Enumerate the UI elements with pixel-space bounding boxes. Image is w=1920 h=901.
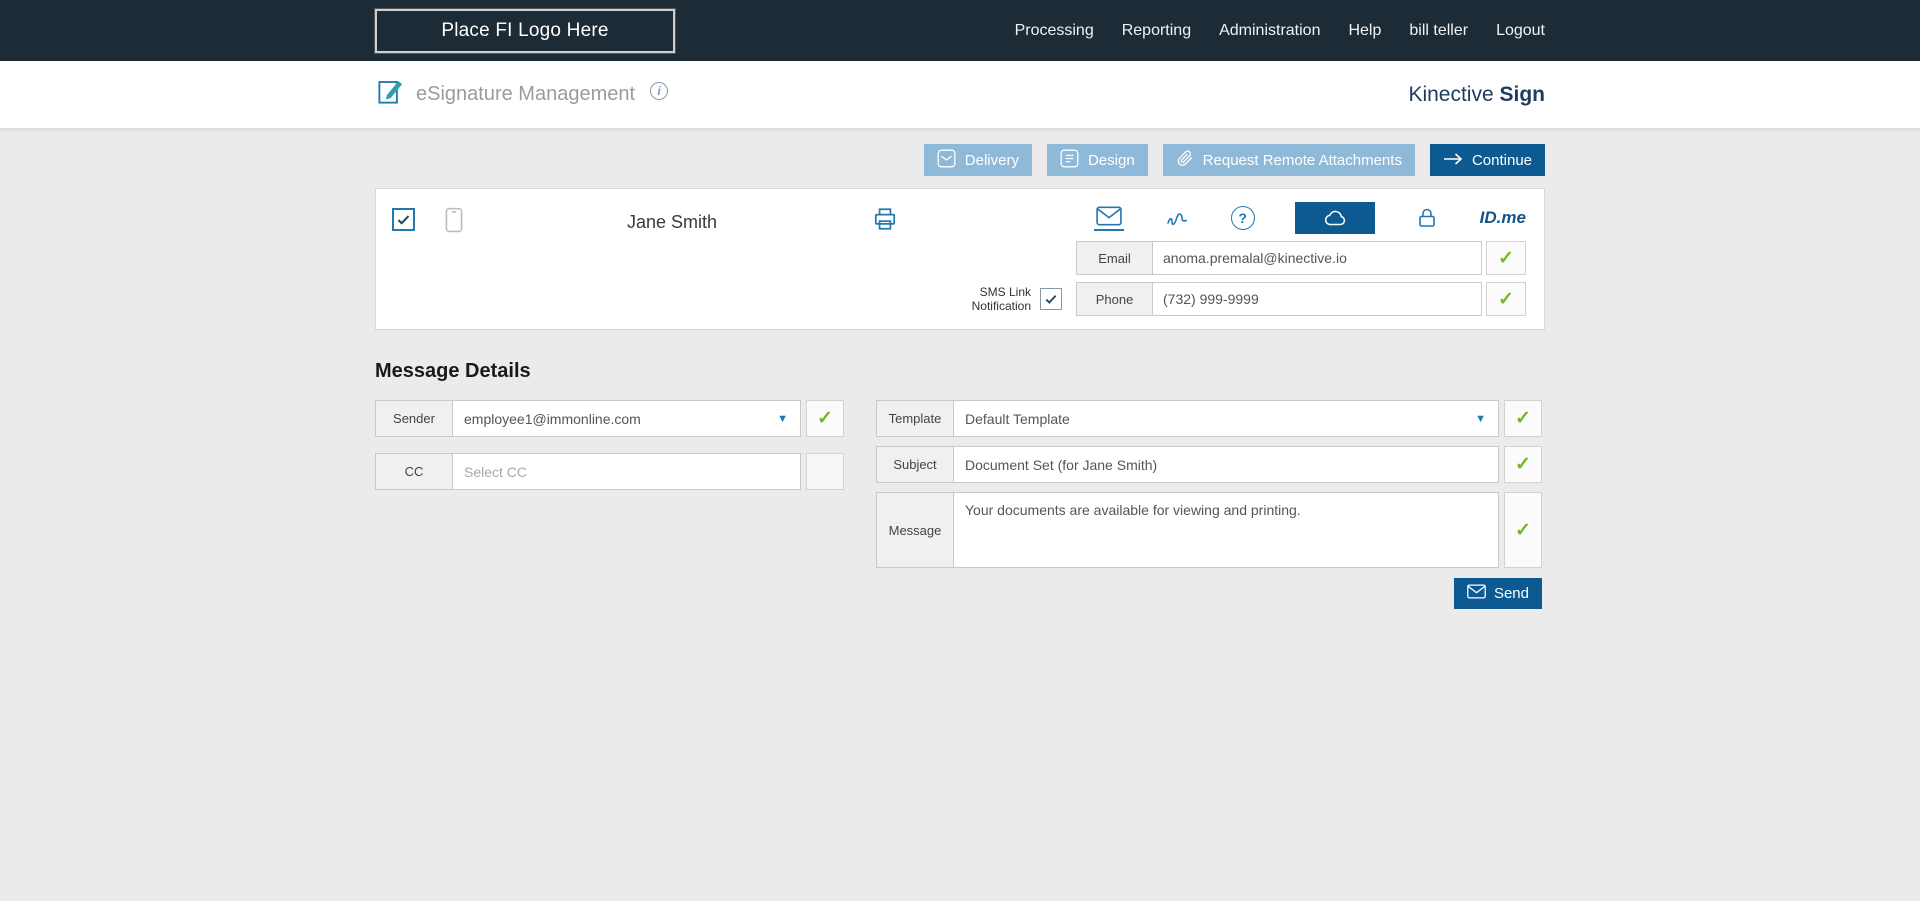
cc-check-placeholder <box>806 453 844 490</box>
main-nav: Processing Reporting Administration Help… <box>1015 22 1545 40</box>
info-icon[interactable]: i <box>650 82 668 100</box>
message-label: Message <box>876 492 954 568</box>
send-label: Send <box>1494 585 1529 602</box>
delivery-button[interactable]: Delivery <box>924 144 1032 176</box>
subject-input[interactable] <box>954 446 1499 483</box>
page-header: eSignature Management i Kinective Sign <box>0 61 1920 129</box>
sender-value: employee1@immonline.com <box>464 411 641 427</box>
continue-arrow-icon <box>1443 152 1463 169</box>
nav-processing[interactable]: Processing <box>1015 22 1094 40</box>
attachments-label: Request Remote Attachments <box>1203 152 1402 169</box>
request-remote-attachments-button[interactable]: Request Remote Attachments <box>1163 144 1415 176</box>
message-textarea[interactable]: Your documents are available for viewing… <box>954 492 1499 568</box>
message-valid-check-icon: ✓ <box>1504 492 1542 568</box>
sender-valid-check-icon: ✓ <box>806 400 844 437</box>
phone-input[interactable] <box>1153 282 1482 316</box>
delivery-label: Delivery <box>965 152 1019 169</box>
brand-name: Kinective <box>1408 83 1493 106</box>
lock-icon[interactable] <box>1415 206 1439 230</box>
device-icon <box>443 207 465 316</box>
continue-button[interactable]: Continue <box>1430 144 1545 176</box>
sms-checkbox[interactable] <box>1040 288 1062 310</box>
active-underline <box>1094 229 1124 231</box>
template-value: Default Template <box>965 411 1070 427</box>
check-icon <box>1044 292 1058 306</box>
email-label: Email <box>1076 241 1153 275</box>
nav-administration[interactable]: Administration <box>1219 22 1320 40</box>
idme-logo[interactable]: ID.me <box>1480 208 1526 228</box>
email-valid-check-icon: ✓ <box>1486 241 1526 275</box>
message-details-heading: Message Details <box>375 360 1545 383</box>
recipient-name: Jane Smith <box>627 212 717 316</box>
signature-pen-icon[interactable] <box>1164 206 1190 230</box>
template-label: Template <box>876 400 954 437</box>
sender-dropdown[interactable]: employee1@immonline.com ▼ <box>453 400 801 437</box>
email-input[interactable] <box>1153 241 1482 275</box>
continue-label: Continue <box>1472 152 1532 169</box>
printer-icon[interactable] <box>871 206 899 316</box>
action-toolbar: Delivery Design Request Remote Attachmen… <box>375 144 1545 176</box>
phone-label: Phone <box>1076 282 1153 316</box>
paperclip-icon <box>1176 149 1194 171</box>
subject-row: Subject ✓ <box>876 446 1542 483</box>
email-row: Email ✓ <box>1076 241 1526 275</box>
subject-label: Subject <box>876 446 954 483</box>
design-button[interactable]: Design <box>1047 144 1148 176</box>
cc-label: CC <box>375 453 453 490</box>
subject-valid-check-icon: ✓ <box>1504 446 1542 483</box>
recipient-card: Jane Smith <box>375 188 1545 330</box>
doc-pen-icon <box>375 77 405 112</box>
remote-cloud-icon[interactable] <box>1295 202 1375 234</box>
design-label: Design <box>1088 152 1135 169</box>
top-navigation-bar: Place FI Logo Here Processing Reporting … <box>0 0 1920 61</box>
fi-logo-placeholder[interactable]: Place FI Logo Here <box>375 9 675 53</box>
nav-reporting[interactable]: Reporting <box>1122 22 1191 40</box>
check-icon <box>396 212 411 227</box>
phone-valid-check-icon: ✓ <box>1486 282 1526 316</box>
message-row: Message Your documents are available for… <box>876 492 1542 568</box>
design-doc-icon <box>1060 149 1079 172</box>
delivery-envelope-icon <box>937 149 956 172</box>
nav-logout[interactable]: Logout <box>1496 22 1545 40</box>
chevron-down-icon: ▼ <box>777 413 788 425</box>
template-row: Template Default Template ▼ ✓ <box>876 400 1542 437</box>
template-valid-check-icon: ✓ <box>1504 400 1542 437</box>
page-title: eSignature Management <box>416 83 635 106</box>
template-dropdown[interactable]: Default Template ▼ <box>954 400 1499 437</box>
brand-logo: Kinective Sign <box>1408 83 1545 107</box>
sender-label: Sender <box>375 400 453 437</box>
nav-help[interactable]: Help <box>1348 22 1381 40</box>
cc-input[interactable] <box>453 453 801 490</box>
send-envelope-icon <box>1467 584 1486 603</box>
chevron-down-icon: ▼ <box>1475 413 1486 425</box>
recipient-checkbox[interactable] <box>392 208 415 231</box>
phone-row: SMS Link Notification Phone ✓ <box>947 282 1526 316</box>
cc-row: CC <box>375 453 844 490</box>
sms-link-notification-label: SMS Link Notification <box>947 285 1031 314</box>
delivery-method-row: ? ID.me <box>1094 202 1526 234</box>
sender-row: Sender employee1@immonline.com ▼ ✓ <box>375 400 844 437</box>
send-button[interactable]: Send <box>1454 578 1542 609</box>
nav-user[interactable]: bill teller <box>1409 22 1468 40</box>
email-delivery-icon[interactable] <box>1094 206 1124 231</box>
brand-product: Sign <box>1500 83 1546 106</box>
question-icon[interactable]: ? <box>1231 206 1255 230</box>
